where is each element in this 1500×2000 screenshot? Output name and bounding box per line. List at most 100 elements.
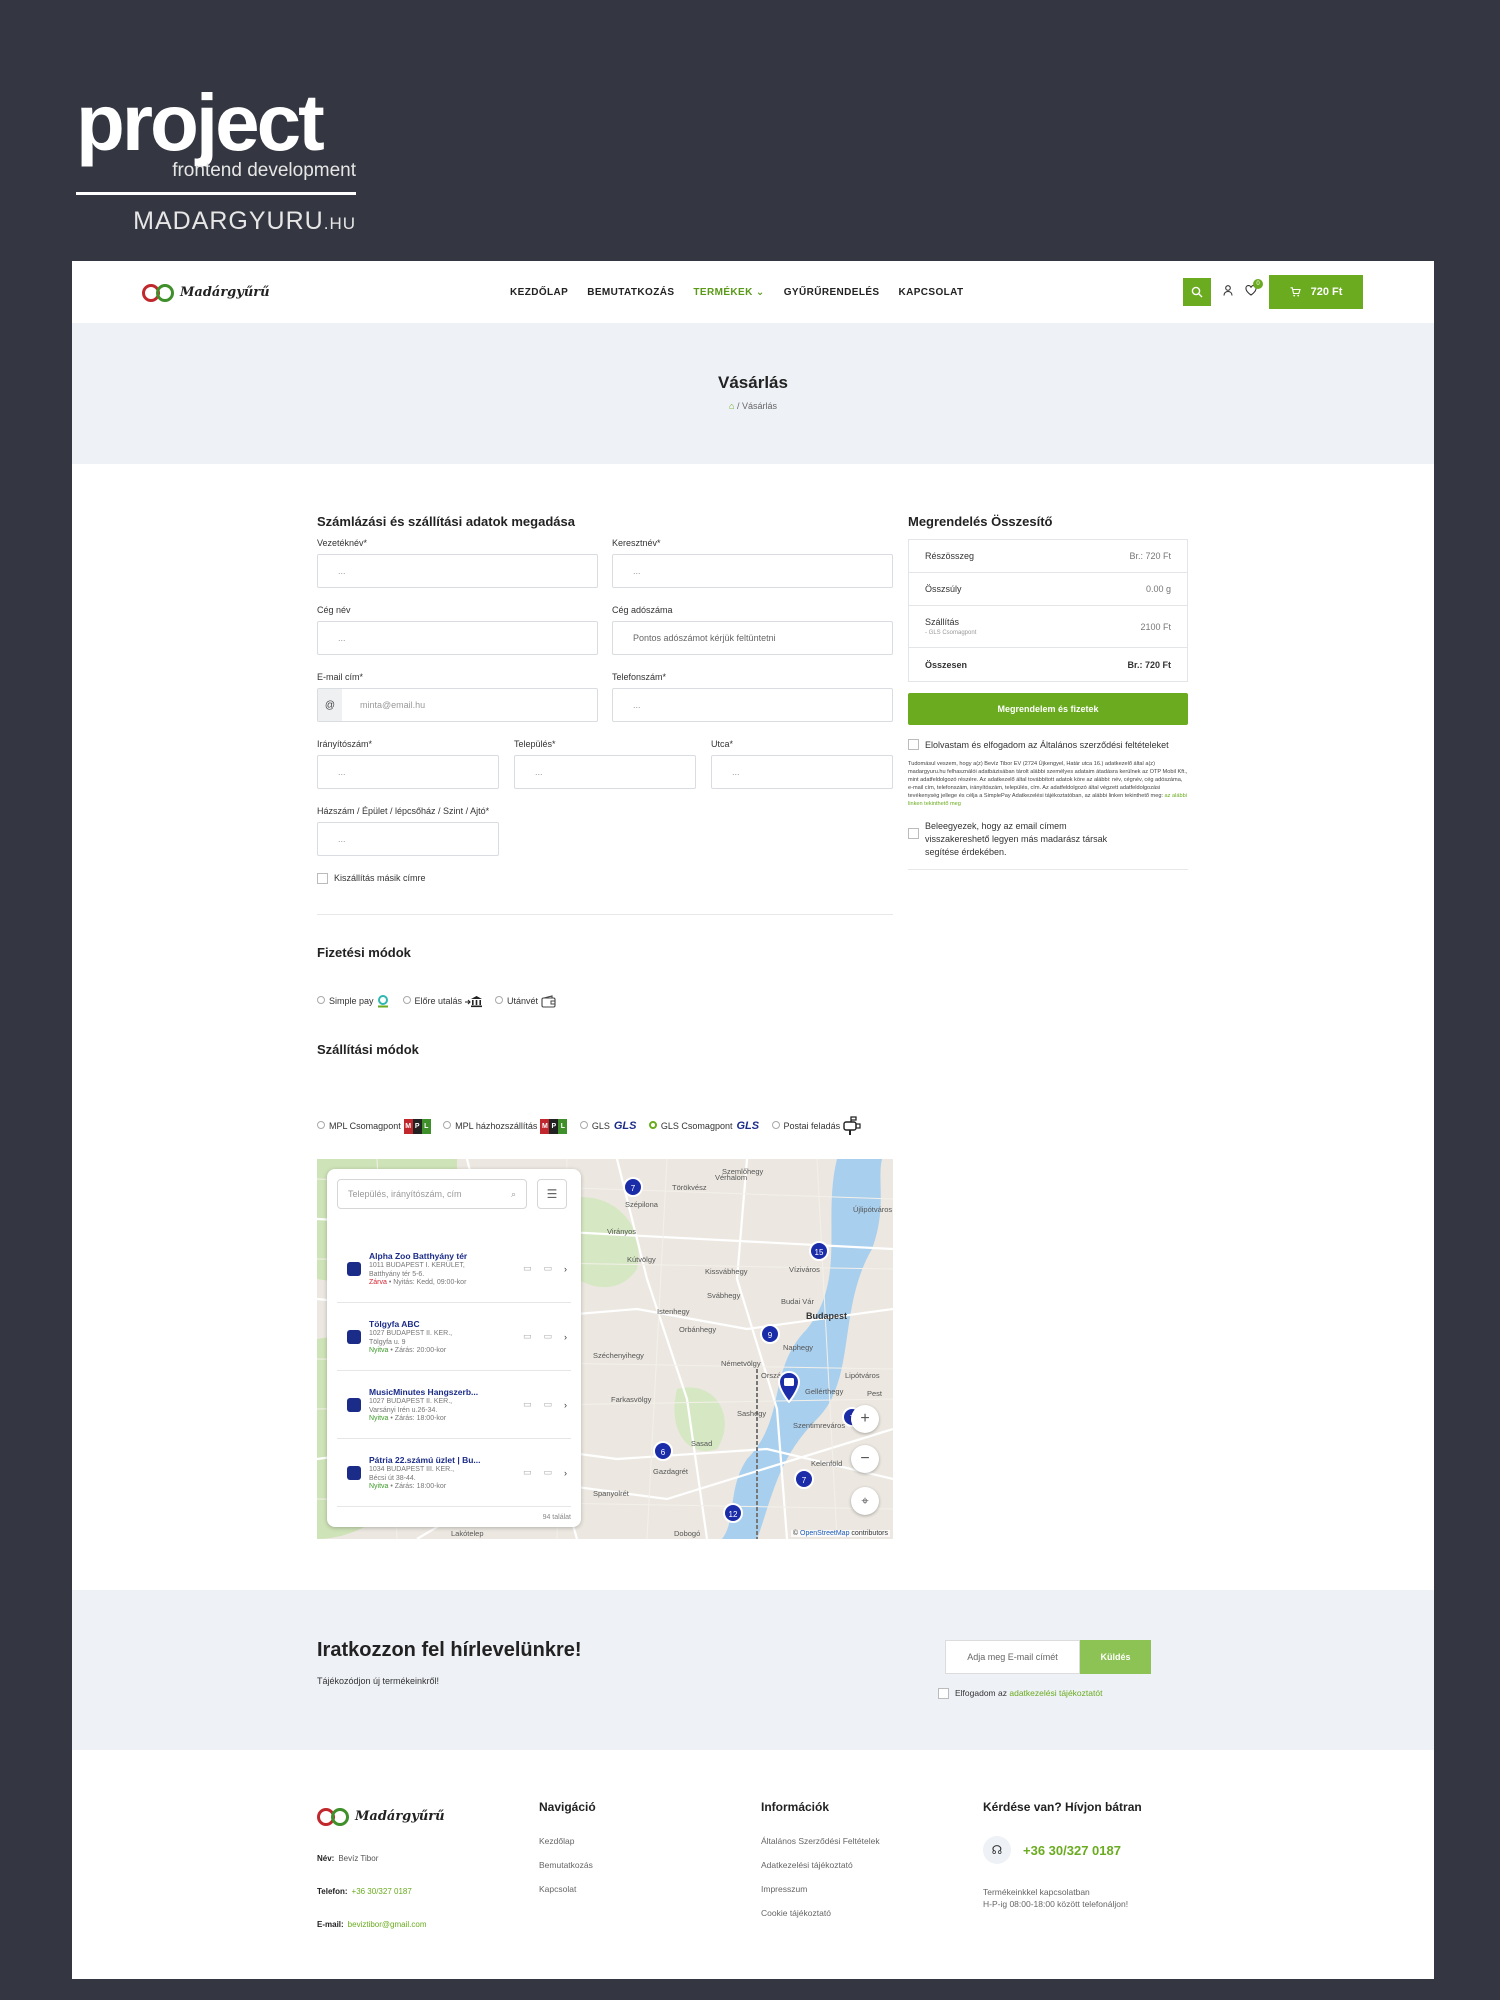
location-item[interactable]: Alpha Zoo Batthyány tér 1011 BUDAPEST I. … bbox=[337, 1235, 571, 1303]
email-group: E-mail cím* @ minta@email.hu bbox=[317, 672, 598, 722]
payment-simplepay[interactable]: Simple pay bbox=[317, 994, 390, 1008]
zoom-out-button[interactable]: − bbox=[851, 1445, 879, 1473]
map-cluster-marker[interactable]: 15 bbox=[809, 1241, 829, 1261]
footer-link-impresszum[interactable]: Impresszum bbox=[761, 1884, 880, 1894]
footer-link-bemutatkozas[interactable]: Bemutatkozás bbox=[539, 1860, 596, 1870]
location-search-input[interactable]: Település, irányítószám, cím ⌕ bbox=[337, 1179, 527, 1209]
footer-phone-link[interactable]: +36 30/327 0187 bbox=[352, 1887, 412, 1896]
radio-gls-point[interactable] bbox=[648, 1121, 657, 1129]
parcel-point-map[interactable]: Szemlőhegy Törökvész Vérhalom Szépilona … bbox=[317, 1159, 893, 1539]
location-address: Tölgyfa u. 9 bbox=[369, 1339, 406, 1346]
zoom-in-button[interactable]: + bbox=[851, 1405, 879, 1433]
firstname-input[interactable]: ... bbox=[612, 554, 893, 588]
location-name: Pátria 22.számú üzlet | Bu... bbox=[369, 1455, 481, 1465]
location-address: 1034 BUDAPEST III. KER., bbox=[369, 1466, 455, 1473]
radio-mpl-home[interactable] bbox=[443, 1121, 452, 1129]
attribution-prefix: © bbox=[792, 1530, 799, 1537]
osm-link[interactable]: OpenStreetMap bbox=[800, 1530, 849, 1537]
street-input[interactable]: ... bbox=[711, 755, 893, 789]
map-label: Istenhegy bbox=[657, 1307, 690, 1316]
map-cluster-marker[interactable]: 9 bbox=[760, 1324, 780, 1344]
newsletter-agree-checkbox[interactable] bbox=[938, 1688, 949, 1700]
footer-help-phone-link[interactable]: +36 30/327 0187 bbox=[1023, 1843, 1121, 1858]
home-icon[interactable]: ⌂ bbox=[729, 401, 734, 411]
footer-link-privacy[interactable]: Adatkezelési tájékoztató bbox=[761, 1860, 880, 1870]
location-hours: • Nyitás: Kedd, 09:00-kor bbox=[386, 1279, 467, 1286]
shipping-gls[interactable]: GLS GLS bbox=[579, 1120, 636, 1132]
phone-input[interactable]: ... bbox=[612, 688, 893, 722]
radio-post[interactable] bbox=[771, 1121, 780, 1129]
nav-kezdolap[interactable]: KEZDŐLAP bbox=[510, 287, 568, 298]
order-summary: Megrendelés Összesítő Részösszeg Br.: 720… bbox=[908, 514, 1188, 870]
shipping-mpl-home[interactable]: MPL házhozszállítás M P L bbox=[443, 1118, 568, 1134]
footer-link-kezdolap[interactable]: Kezdőlap bbox=[539, 1836, 596, 1846]
location-item[interactable]: Pátria 22.számú üzlet | Bu... 1034 BUDAPE… bbox=[337, 1439, 571, 1507]
footer-link-kapcsolat[interactable]: Kapcsolat bbox=[539, 1884, 596, 1894]
payment-transfer[interactable]: Előre utalás bbox=[402, 995, 483, 1008]
nav-gyururendeles[interactable]: GYŰRŰRENDELÉS bbox=[784, 287, 880, 298]
newsletter-agree-option[interactable]: Elfogadom az adatkezelési tájékoztatót bbox=[938, 1688, 1102, 1700]
footer-email: E-mail: beviztibor@gmail.com bbox=[317, 1920, 445, 1929]
payment-cod[interactable]: Utánvét bbox=[495, 994, 557, 1008]
house-label: Házszám / Épület / lépcsőház / Szint / A… bbox=[317, 806, 490, 816]
search-button[interactable] bbox=[1183, 278, 1211, 306]
consent-option[interactable]: Beleegyezek, hogy az email címem visszak… bbox=[908, 820, 1188, 859]
map-label: Orbánhegy bbox=[679, 1325, 717, 1334]
nav-termekek[interactable]: TERMÉKEK ⌄ bbox=[693, 287, 764, 298]
footer-email-link[interactable]: beviztibor@gmail.com bbox=[348, 1920, 427, 1929]
firstname-label: Keresztnév* bbox=[612, 538, 661, 548]
map-cluster-marker[interactable]: 6 bbox=[653, 1441, 673, 1461]
radio-simplepay[interactable] bbox=[317, 996, 325, 1004]
map-cluster-marker[interactable]: 7 bbox=[794, 1469, 814, 1489]
footer-link-aszf[interactable]: Általános Szerződési Feltételek bbox=[761, 1836, 880, 1846]
site-logo[interactable]: Madárgyűrű bbox=[142, 282, 270, 302]
account-button[interactable] bbox=[1223, 285, 1233, 299]
footer-logo[interactable]: Madárgyűrű bbox=[317, 1806, 445, 1826]
map-cluster-marker[interactable]: 7 bbox=[623, 1177, 643, 1197]
location-item[interactable]: MusicMinutes Hangszerb... 1027 BUDAPEST I… bbox=[337, 1371, 571, 1439]
selected-location-pin-icon[interactable] bbox=[777, 1371, 801, 1403]
lastname-input[interactable]: ... bbox=[317, 554, 598, 588]
site-header: Madárgyűrű KEZDŐLAP BEMUTATKOZÁS TERMÉKE… bbox=[72, 261, 1434, 323]
zip-input[interactable]: ... bbox=[317, 755, 499, 789]
radio-cod[interactable] bbox=[495, 996, 503, 1004]
other-address-checkbox[interactable] bbox=[317, 873, 328, 885]
city-group: Település* ... bbox=[514, 739, 696, 789]
cart-button[interactable]: 720 Ft bbox=[1269, 275, 1363, 309]
footer-link-cookie[interactable]: Cookie tájékoztató bbox=[761, 1908, 880, 1918]
summary-row-subtotal: Részösszeg Br.: 720 Ft bbox=[909, 540, 1187, 573]
radio-gls[interactable] bbox=[579, 1121, 588, 1129]
privacy-link[interactable]: adatkezelési tájékoztatót bbox=[1009, 1688, 1102, 1698]
email-input[interactable]: @ minta@email.hu bbox=[317, 688, 598, 722]
nav-kapcsolat[interactable]: KAPCSOLAT bbox=[898, 287, 963, 298]
shipping-post[interactable]: Postai feladás bbox=[771, 1116, 861, 1136]
taxid-input[interactable]: Pontos adószámot kérjük feltüntetni bbox=[612, 621, 893, 655]
radio-transfer[interactable] bbox=[402, 996, 411, 1004]
location-address: Bécsi út 38-44. bbox=[369, 1475, 416, 1482]
shipping-gls-point[interactable]: GLS Csomagpont GLS bbox=[648, 1120, 759, 1132]
newsletter-email-input[interactable]: Adja meg E-mail címét bbox=[945, 1640, 1080, 1674]
location-item[interactable]: Tölgyfa ABC 1027 BUDAPEST II. KER., Tölgyf… bbox=[337, 1303, 571, 1371]
footer-help-title: Kérdése van? Hívjon bátran bbox=[983, 1800, 1142, 1814]
map-label: Szépilona bbox=[625, 1200, 658, 1209]
newsletter-submit-button[interactable]: Küldés bbox=[1080, 1640, 1151, 1674]
location-text: Pátria 22.számú üzlet | Bu... 1034 BUDAPE… bbox=[369, 1455, 515, 1490]
terms-checkbox[interactable] bbox=[908, 739, 919, 750]
other-address-option[interactable]: Kiszállítás másik címre bbox=[317, 873, 426, 885]
place-order-button[interactable]: Megrendelem és fizetek bbox=[908, 693, 1188, 725]
shipping-mpl-point[interactable]: MPL Csomagpont M P L bbox=[317, 1118, 431, 1134]
locate-me-button[interactable]: ⌖ bbox=[851, 1487, 879, 1515]
map-cluster-marker[interactable]: 12 bbox=[723, 1503, 743, 1523]
consent-checkbox[interactable] bbox=[908, 828, 919, 839]
house-input[interactable]: ... bbox=[317, 822, 499, 856]
cash-icon: ▭ bbox=[522, 1467, 532, 1477]
company-input[interactable]: ... bbox=[317, 621, 598, 655]
city-input[interactable]: ... bbox=[514, 755, 696, 789]
radio-mpl-point[interactable] bbox=[317, 1121, 325, 1129]
wishlist-button[interactable]: 0 bbox=[1245, 279, 1263, 299]
cash-icon: ▭ bbox=[522, 1263, 532, 1273]
location-status: Nyitva • Zárás: 20:00-kor bbox=[369, 1347, 515, 1354]
nav-bemutatkozas[interactable]: BEMUTATKOZÁS bbox=[587, 287, 674, 298]
filter-button[interactable]: ☰ bbox=[537, 1179, 567, 1209]
terms-option[interactable]: Elolvastam és elfogadom az Általános sze… bbox=[908, 739, 1188, 750]
